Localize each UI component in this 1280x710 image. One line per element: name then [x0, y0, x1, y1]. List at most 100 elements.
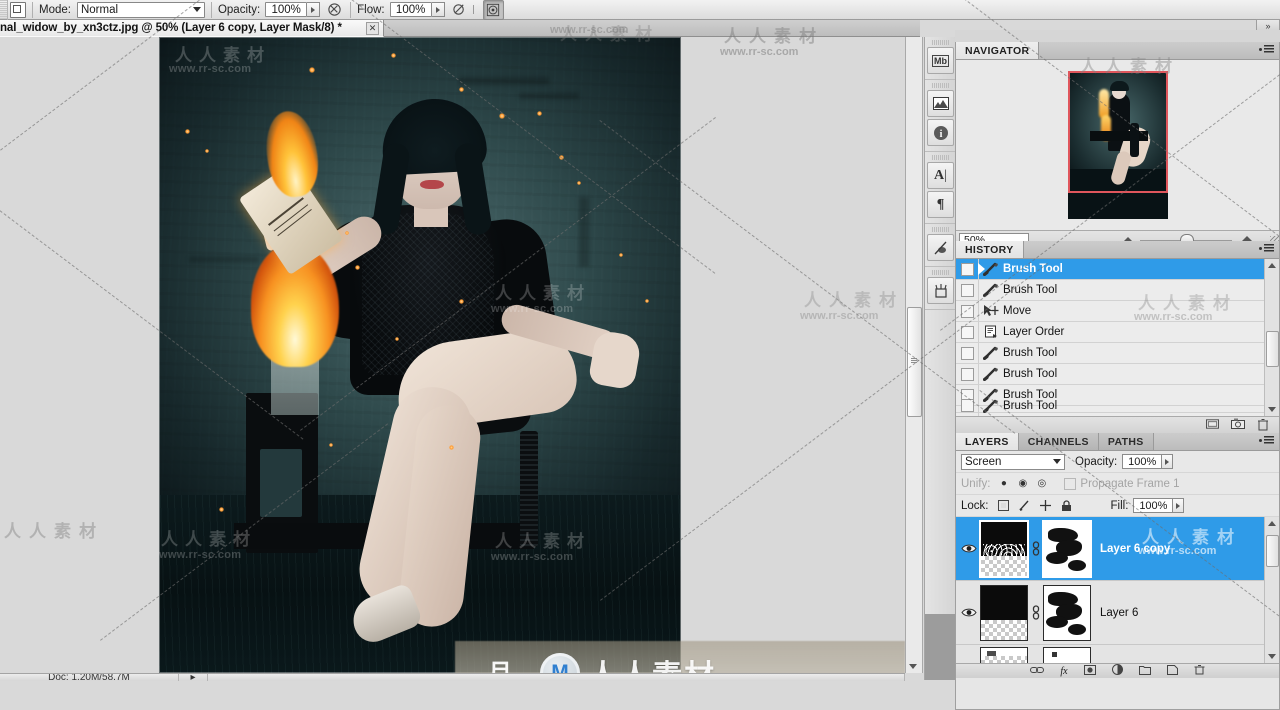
dock-grip[interactable] [932, 155, 949, 160]
lock-all-icon[interactable] [1060, 499, 1073, 512]
chevron-down-icon [192, 7, 201, 12]
canvas-area[interactable]: 人人素材 www.rr-sc.com 人人素材 www.rr-sc.com 人人… [0, 37, 905, 673]
history-item[interactable]: Brush Tool [956, 280, 1279, 301]
tab-history[interactable]: HISTORY [956, 241, 1024, 258]
new-layer-icon[interactable] [1166, 664, 1178, 678]
unify-style-icon[interactable]: ◎ [1035, 477, 1048, 490]
layer-mask-thumbnail[interactable] [1043, 584, 1091, 641]
mini-bridge-icon[interactable]: Mb [927, 47, 954, 74]
scroll-down-icon[interactable] [1268, 407, 1276, 412]
adjustment-layer-icon[interactable] [1111, 664, 1123, 678]
dock-grip[interactable] [932, 227, 949, 232]
options-bar-grip[interactable] [0, 0, 8, 20]
propagate-checkbox[interactable] [1064, 477, 1077, 490]
layers-scrollbar[interactable] [1264, 517, 1279, 663]
layer-mask-icon[interactable] [1083, 664, 1096, 678]
tablet-pressure-size-icon[interactable] [482, 0, 504, 20]
history-snapshot-toggle[interactable] [956, 301, 979, 321]
flow-input[interactable]: 100% [389, 2, 432, 17]
history-snapshot-toggle[interactable] [956, 259, 979, 279]
dock-grip[interactable] [932, 40, 949, 45]
tab-navigator[interactable]: NAVIGATOR [956, 42, 1040, 59]
layers-opacity-input[interactable]: 100% [1122, 454, 1163, 469]
layer-blend-mode-select[interactable]: Screen [961, 453, 1065, 470]
brush-tool-icon[interactable] [927, 277, 954, 304]
fill-input[interactable]: 100% [1133, 498, 1174, 513]
tab-paths[interactable]: PATHS [1098, 433, 1154, 450]
layers-opacity-stepper[interactable] [1162, 454, 1174, 469]
layers-list[interactable]: Layer 6 copy Layer 6 人人素材 www.rr-sc.com [956, 517, 1279, 663]
layer-thumbnail[interactable] [980, 646, 1028, 663]
scroll-down-icon[interactable] [909, 664, 917, 669]
paragraph-icon[interactable]: ¶ [927, 191, 954, 218]
layer-visibility-icon[interactable] [958, 607, 980, 618]
history-snapshot-toggle[interactable] [956, 280, 979, 300]
layer-visibility-icon[interactable] [958, 543, 980, 554]
dock-grip[interactable] [932, 270, 949, 275]
scroll-up-icon[interactable] [1268, 521, 1276, 526]
layer-mask-thumbnail[interactable] [1043, 646, 1091, 663]
histogram-icon[interactable] [927, 90, 954, 117]
scroll-up-icon[interactable] [1268, 263, 1276, 268]
scrollbar-thumb[interactable] [1266, 331, 1279, 367]
link-layers-icon[interactable] [1030, 665, 1045, 678]
history-item[interactable]: Move [956, 301, 1279, 322]
history-scrollbar[interactable] [1264, 259, 1279, 416]
layer-mask-link-icon[interactable] [1028, 540, 1043, 557]
blend-mode-select[interactable]: Normal [76, 1, 205, 18]
layer-thumbnail[interactable] [980, 584, 1028, 641]
history-snapshot-toggle[interactable] [956, 364, 979, 384]
layer-mask-thumbnail[interactable] [1042, 519, 1092, 578]
tool-preset-picker-icon[interactable] [10, 1, 26, 18]
layer-mask-link-icon[interactable] [1028, 604, 1043, 621]
brush-presets-icon[interactable] [927, 234, 954, 261]
document-tab[interactable]: nal_widow_by_xn3ctz.jpg @ 50% (Layer 6 c… [0, 20, 384, 37]
opacity-input[interactable]: 100% [265, 2, 308, 17]
history-list[interactable]: Brush Tool Brush Tool Move Layer Order Brush… [956, 259, 1279, 416]
new-group-icon[interactable] [1138, 665, 1151, 678]
layer-row[interactable]: Layer 6 copy [956, 517, 1279, 581]
navigator-preview[interactable] [956, 60, 1279, 230]
unify-visibility-icon[interactable]: ◉ [1016, 477, 1029, 490]
history-item[interactable]: Brush Tool [956, 259, 1279, 280]
delete-layer-icon[interactable] [1194, 664, 1205, 678]
fill-stepper[interactable] [1173, 498, 1185, 513]
history-item[interactable]: Brush Tool [956, 395, 1279, 416]
delete-state-icon[interactable] [1257, 418, 1269, 434]
scrollbar-thumb[interactable] [907, 307, 922, 417]
character-icon[interactable]: A| [927, 162, 954, 189]
scrollbar-thumb[interactable] [1266, 535, 1279, 567]
new-document-from-state-icon[interactable] [1206, 418, 1219, 433]
history-snapshot-toggle[interactable] [956, 395, 979, 416]
layer-style-icon[interactable]: fx [1060, 666, 1067, 677]
history-item[interactable]: Layer Order [956, 322, 1279, 343]
navigator-view-box[interactable] [1067, 71, 1168, 193]
info-icon[interactable]: i [927, 119, 954, 146]
close-icon[interactable]: ✕ [366, 21, 379, 35]
layer-thumbnail[interactable] [979, 519, 1029, 578]
scroll-down-icon[interactable] [1268, 654, 1276, 659]
airbrush-icon[interactable] [450, 1, 469, 19]
history-item[interactable]: Brush Tool [956, 343, 1279, 364]
canvas-vertical-scrollbar[interactable] [905, 37, 923, 673]
navigator-menu-icon[interactable] [1259, 45, 1274, 53]
lock-position-icon[interactable] [1039, 499, 1052, 512]
dock-grip[interactable] [932, 83, 949, 88]
history-menu-icon[interactable] [1259, 244, 1274, 252]
history-item[interactable]: Brush Tool [956, 364, 1279, 385]
unify-position-icon[interactable]: ● [997, 477, 1010, 490]
opacity-pressure-icon[interactable] [325, 1, 344, 19]
lock-image-pixels-icon[interactable] [1018, 499, 1031, 512]
lock-transparency-icon[interactable] [997, 499, 1010, 512]
new-snapshot-icon[interactable] [1231, 418, 1245, 433]
layer-row[interactable]: Layer 6 [956, 581, 1279, 645]
opacity-stepper[interactable] [307, 2, 321, 17]
flow-stepper[interactable] [431, 2, 445, 17]
history-snapshot-toggle[interactable] [956, 322, 979, 342]
tab-layers[interactable]: LAYERS [956, 433, 1019, 450]
tab-channels[interactable]: CHANNELS [1018, 433, 1099, 450]
history-snapshot-toggle[interactable] [956, 343, 979, 363]
layers-menu-icon[interactable] [1259, 436, 1274, 444]
dock-empty-area [925, 614, 956, 680]
layer-row[interactable] [956, 645, 1279, 663]
